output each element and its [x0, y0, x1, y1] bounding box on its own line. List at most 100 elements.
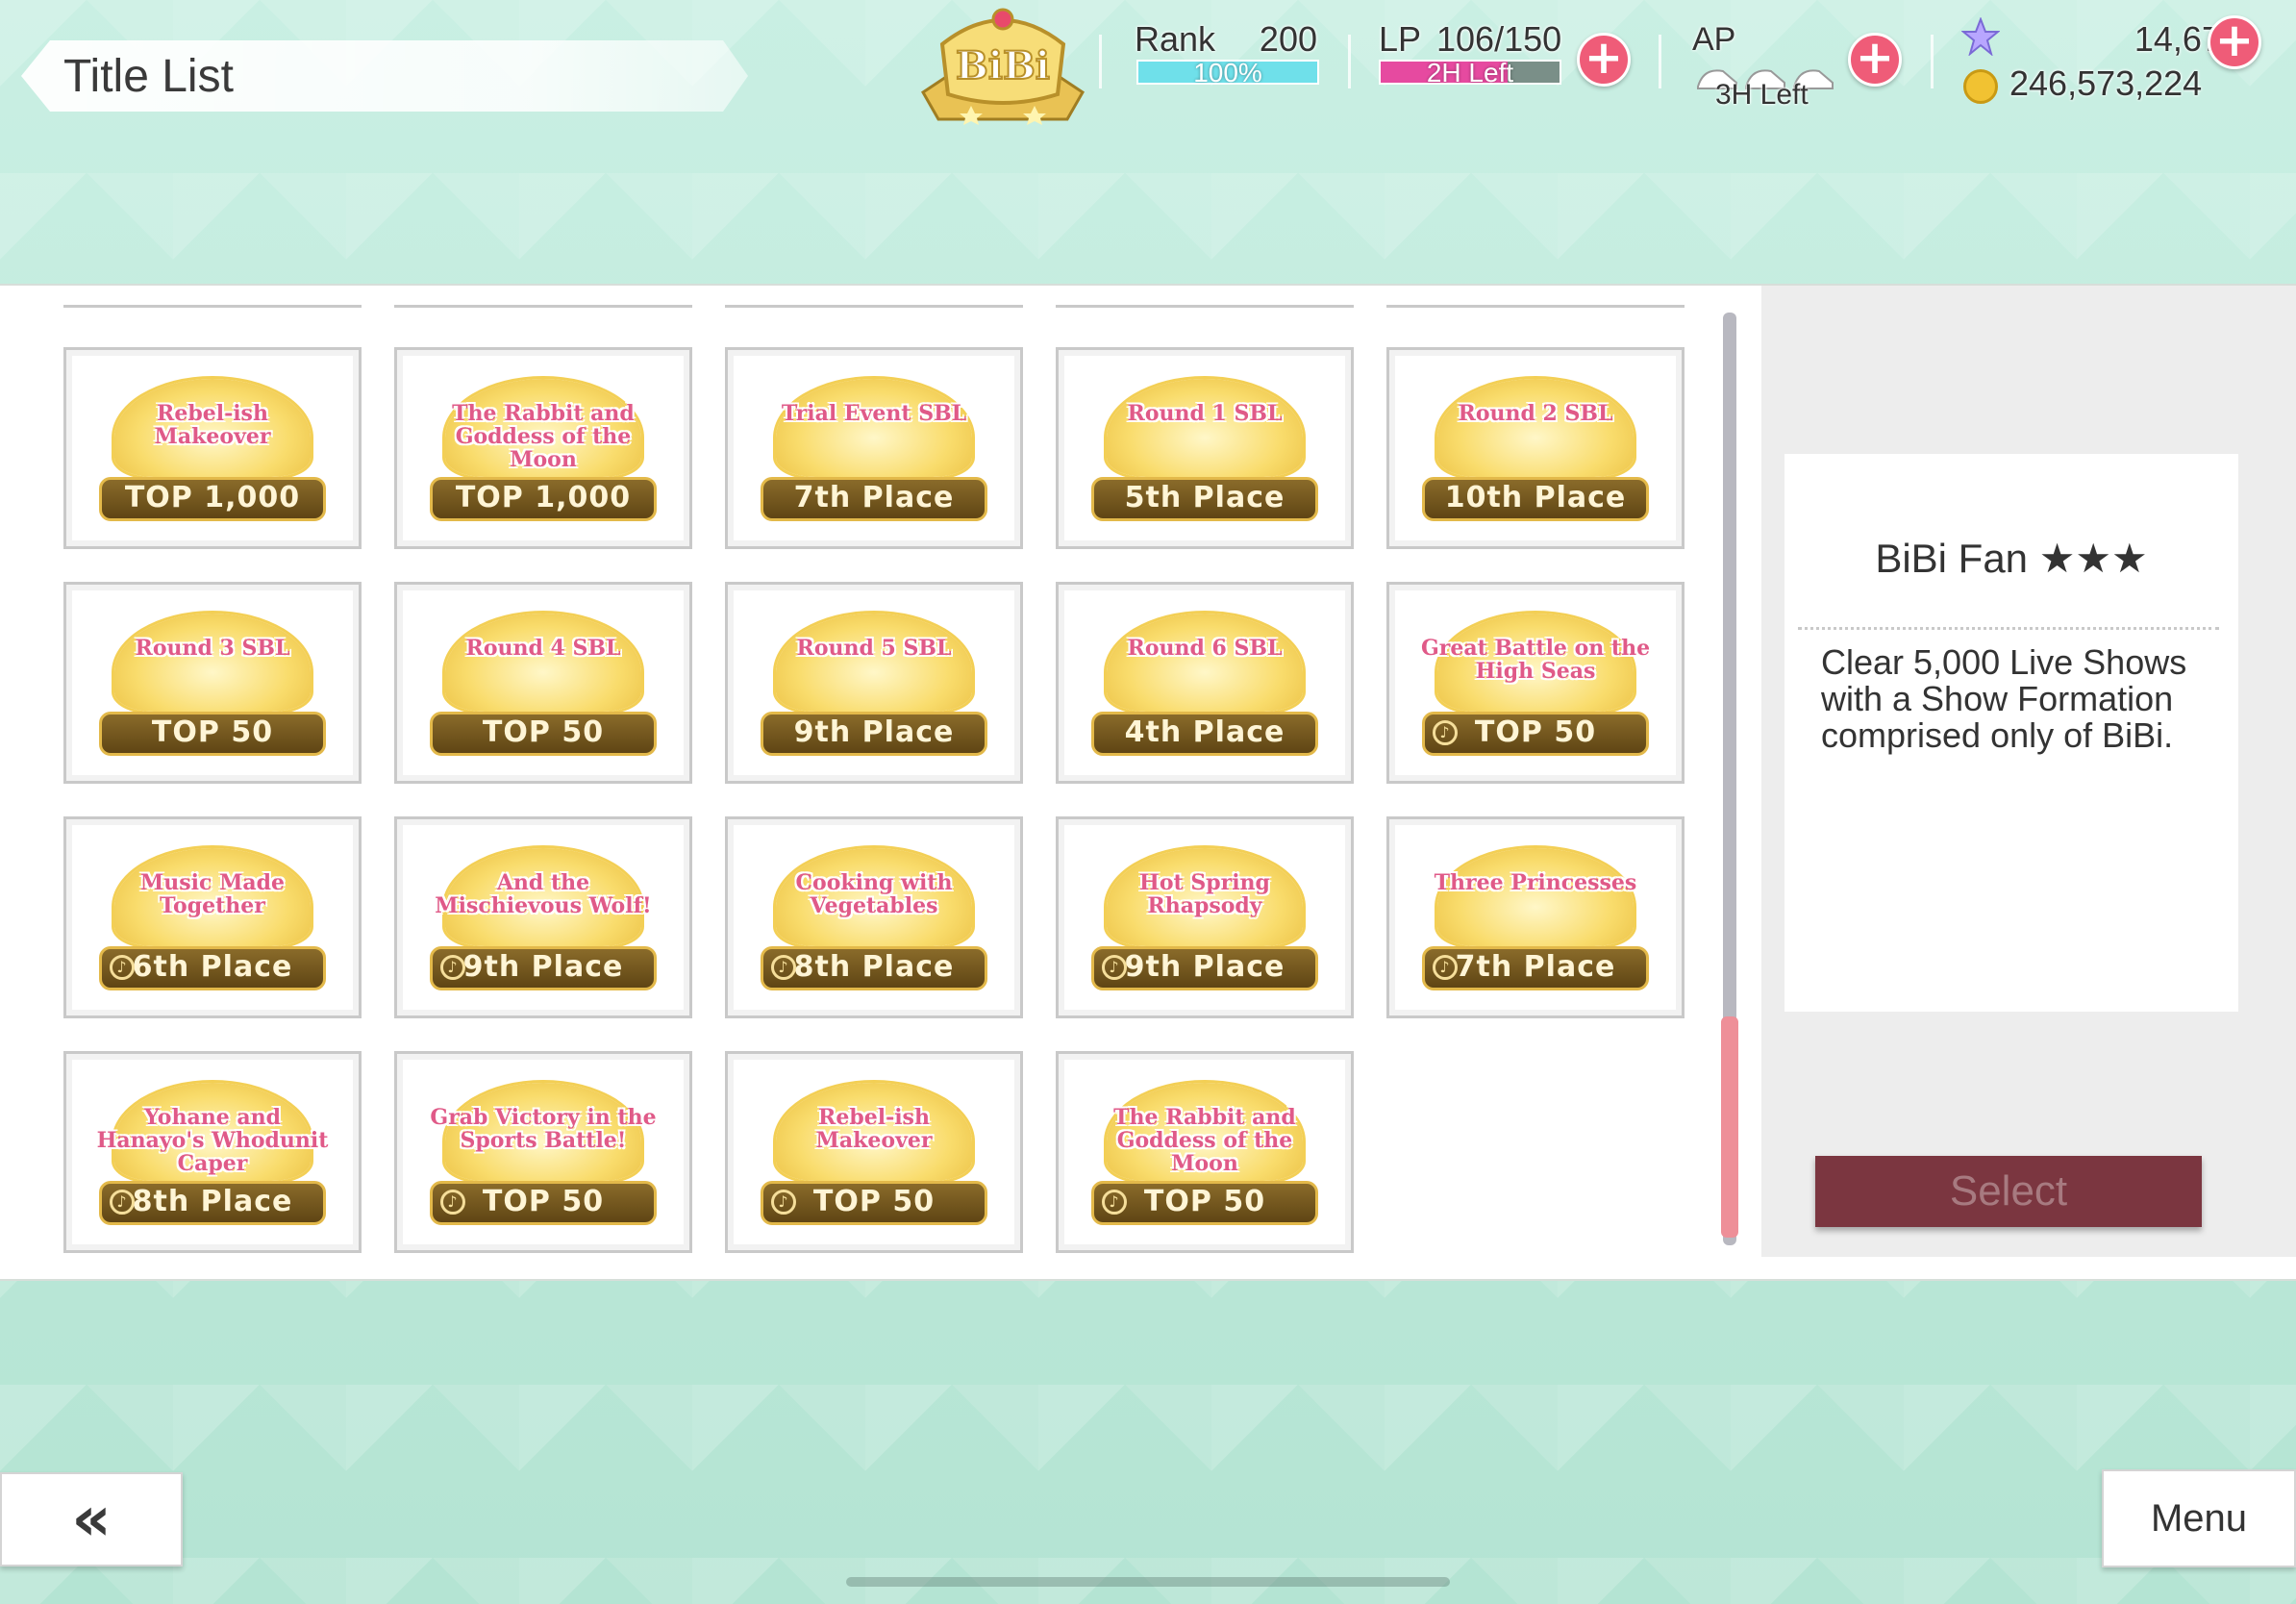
rank-ribbon: ♪ TOP 50	[430, 1181, 657, 1225]
title-card[interactable]: Music Made Together ♪ 6th Place	[63, 816, 362, 1018]
emblem-art	[445, 614, 641, 712]
rank-ribbon: ♪ 9th Place	[430, 946, 657, 990]
rank-ribbon-text: TOP 1,000	[455, 481, 632, 514]
ap-label: AP	[1692, 21, 1736, 58]
title-emblem: Great Battle on the High Seas	[1418, 608, 1653, 715]
title-card[interactable]: Round 3 SBL TOP 50	[63, 582, 362, 784]
title-grid[interactable]: Rebel-ish Makeover TOP 1,000 The Rabbit an…	[13, 286, 1731, 1257]
title-card[interactable]: Cooking with Vegetables ♪ 8th Place	[725, 816, 1023, 1018]
title-card[interactable]: And the Mischievous Wolf! ♪ 9th Place	[394, 816, 692, 1018]
emblem-art	[776, 379, 972, 477]
title-card[interactable]: Three Princesses ♪ 7th Place	[1386, 816, 1685, 1018]
rank-ribbon: ♪ 6th Place	[99, 946, 326, 990]
rank-ribbon-text: 4th Place	[1124, 715, 1285, 749]
music-note-icon: ♪	[440, 1190, 465, 1215]
emblem-name: Trial Event SBL	[781, 401, 967, 426]
title-emblem: Three Princesses	[1418, 842, 1653, 950]
rank-ribbon: TOP 50	[99, 712, 326, 756]
emblem-name: Round 3 SBL	[135, 636, 290, 661]
lp-label: LP	[1379, 19, 1422, 59]
title-card[interactable]: Yohane and Hanayo's Whodunit Caper ♪ 8th P…	[63, 1051, 362, 1253]
emblem-name: The Rabbit and Goddess of the Moon	[452, 401, 635, 472]
title-card[interactable]: The Rabbit and Goddess of the Moon TOP 1,…	[394, 347, 692, 549]
title-card[interactable]: Round 4 SBL TOP 50	[394, 582, 692, 784]
scrollbar-thumb[interactable]	[1721, 1016, 1738, 1238]
rank-ribbon: 4th Place	[1091, 712, 1318, 756]
emblem-art	[114, 614, 311, 712]
title-emblem: And the Mischievous Wolf!	[426, 842, 661, 950]
emblem-name: Round 5 SBL	[796, 636, 952, 661]
emblem-name: Great Battle on the High Seas	[1420, 636, 1651, 684]
title-card[interactable]: Grab Victory in the Sports Battle! ♪ TOP 5…	[394, 1051, 692, 1253]
title-emblem: Yohane and Hanayo's Whodunit Caper	[95, 1077, 330, 1185]
title-emblem: Rebel-ish Makeover	[757, 1077, 991, 1185]
rank-ribbon: 5th Place	[1091, 477, 1318, 521]
rank-ribbon: TOP 50	[430, 712, 657, 756]
title-detail-card: BiBi Fan ★★★ Clear 5,000 Live Shows with…	[1784, 454, 2238, 1012]
emblem-art	[1437, 379, 1634, 477]
menu-button[interactable]: Menu	[2102, 1469, 2296, 1567]
title-emblem: Round 2 SBL	[1418, 373, 1653, 481]
music-note-icon: ♪	[771, 1190, 796, 1215]
emblem-name: Round 4 SBL	[465, 636, 621, 661]
emblem-name: Three Princesses	[1434, 870, 1637, 895]
header-separator	[1931, 35, 1934, 88]
rank-ribbon-text: TOP 50	[1474, 715, 1597, 749]
emblem-name: Music Made Together	[139, 870, 286, 918]
add-ap-button[interactable]: +	[1848, 33, 1902, 87]
selected-title-description: Clear 5,000 Live Shows with a Show Forma…	[1821, 642, 2187, 755]
emblem-name: And the Mischievous Wolf!	[435, 870, 652, 918]
group-emblem[interactable]: BiBi	[913, 6, 1092, 125]
music-note-icon: ♪	[1433, 720, 1458, 745]
add-lp-button[interactable]: +	[1577, 33, 1631, 87]
rank-ribbon-text: 7th Place	[793, 481, 955, 514]
coin-count: 246,573,224	[2009, 63, 2203, 103]
back-button[interactable]: «	[0, 1472, 183, 1566]
lp-progress-bar: 2H Left	[1379, 60, 1561, 85]
emblem-name: Round 6 SBL	[1127, 636, 1283, 661]
emblem-art	[1107, 379, 1303, 477]
rank-ribbon: TOP 1,000	[430, 477, 657, 521]
music-note-icon: ♪	[110, 1190, 135, 1215]
rank-ribbon: 10th Place	[1422, 477, 1649, 521]
rank-ribbon-text: 9th Place	[1124, 950, 1285, 984]
rank-ribbon-text: 6th Place	[132, 950, 293, 984]
emblem-art	[1107, 614, 1303, 712]
title-card[interactable]: Round 1 SBL 5th Place	[1056, 347, 1354, 549]
rank-ribbon: 7th Place	[761, 477, 987, 521]
main-panel: Rebel-ish Makeover TOP 1,000 The Rabbit an…	[0, 284, 2296, 1281]
title-card[interactable]: Rebel-ish Makeover ♪ TOP 50	[725, 1051, 1023, 1253]
rank-progress-text: 100%	[1193, 60, 1262, 85]
title-card[interactable]: Round 2 SBL 10th Place	[1386, 347, 1685, 549]
rank-ribbon: ♪ TOP 50	[1422, 712, 1649, 756]
title-card[interactable]: Rebel-ish Makeover TOP 1,000	[63, 347, 362, 549]
emblem-name: Round 1 SBL	[1127, 401, 1283, 426]
emblem-art	[776, 614, 972, 712]
title-card[interactable]: Hot Spring Rhapsody ♪ 9th Place	[1056, 816, 1354, 1018]
header-separator	[1659, 35, 1661, 88]
add-gems-button[interactable]: +	[2208, 15, 2261, 69]
title-card[interactable]: Trial Event SBL 7th Place	[725, 347, 1023, 549]
rank-ribbon: ♪ 7th Place	[1422, 946, 1649, 990]
title-emblem: Music Made Together	[95, 842, 330, 950]
title-card[interactable]: Round 5 SBL 9th Place	[725, 582, 1023, 784]
rank-ribbon-text: TOP 1,000	[124, 481, 301, 514]
title-card[interactable]: Great Battle on the High Seas ♪ TOP 50	[1386, 582, 1685, 784]
music-note-icon: ♪	[1433, 955, 1458, 980]
select-button[interactable]: Select	[1815, 1156, 2202, 1227]
music-note-icon: ♪	[1102, 1190, 1127, 1215]
title-card[interactable]: The Rabbit and Goddess of the Moon ♪ TOP 5…	[1056, 1051, 1354, 1253]
rank-label: Rank	[1135, 19, 1216, 59]
emblem-name: Cooking with Vegetables	[795, 870, 953, 918]
rank-ribbon-text: TOP 50	[151, 715, 274, 749]
rank-ribbon-text: 8th Place	[793, 950, 955, 984]
rank-ribbon-text: TOP 50	[1143, 1185, 1266, 1218]
title-card[interactable]: Round 6 SBL 4th Place	[1056, 582, 1354, 784]
home-indicator[interactable]	[846, 1577, 1450, 1587]
rank-ribbon: ♪ 8th Place	[761, 946, 987, 990]
page-title: Title List	[63, 51, 234, 102]
card-edge	[1386, 299, 1685, 308]
rank-ribbon-text: TOP 50	[482, 1185, 605, 1218]
crest-icon: BiBi	[921, 8, 1085, 125]
selected-title-name: BiBi Fan ★★★	[1875, 536, 2148, 581]
